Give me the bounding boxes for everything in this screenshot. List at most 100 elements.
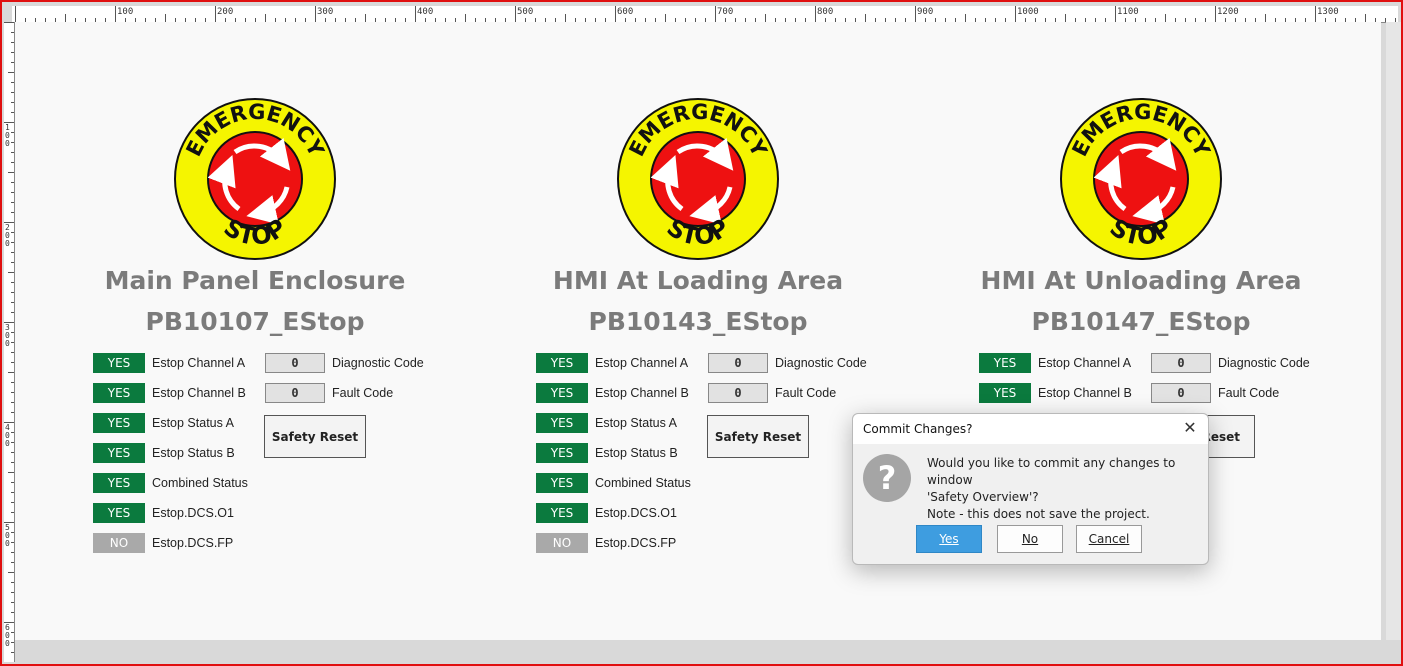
ruler-label: 700 [717,7,734,17]
emergency-stop-icon: EMERGENCY STOP [1059,97,1223,261]
ruler-tick [11,452,14,453]
status-badge: YES [979,383,1031,403]
emergency-stop-icon: EMERGENCY STOP [173,97,337,261]
commit-changes-dialog: Commit Changes? ✕ ? Would you like to co… [852,413,1209,565]
ruler-tick [765,14,766,22]
status-label: Estop.DCS.O1 [152,506,234,520]
status-badge: YES [536,473,588,493]
code-label: Fault Code [332,386,394,400]
status-row: YES Estop Status B [536,443,678,463]
ruler-tick [515,6,516,22]
status-row: YES Estop Channel B [536,383,689,403]
ruler-tick [11,392,14,393]
ruler-tick [365,14,366,22]
ruler-tick [11,612,14,613]
ruler-tick [565,14,566,22]
ruler-tick [11,52,14,53]
panel-tag: PB10107_EStop [145,307,365,336]
status-badge: YES [979,353,1031,373]
ruler-tick [11,242,14,243]
ruler-tick [11,92,14,93]
ruler-label: 200 [5,223,10,248]
yes-button[interactable]: Yes [916,525,982,553]
ruler-tick [915,6,916,22]
status-label: Estop Status A [152,416,234,430]
ruler-tick [8,472,14,473]
status-row: YES Combined Status [536,473,691,493]
ruler-tick [11,112,14,113]
ruler-label: 500 [5,523,10,548]
ruler-tick [11,202,14,203]
ruler-tick [11,252,14,253]
ruler-label: 1000 [1017,7,1039,17]
status-label: Estop Channel A [152,356,246,370]
ruler-tick [215,6,216,22]
ruler-tick [465,14,466,22]
ruler-tick [865,14,866,22]
ruler-tick [11,282,14,283]
ruler-tick [11,552,14,553]
ruler-tick [1015,6,1016,22]
ruler-tick [11,482,14,483]
close-icon[interactable]: ✕ [1180,418,1200,437]
ruler-tick [11,212,14,213]
ruler-tick [8,172,14,173]
code-row: 0 Diagnostic Code [265,353,424,373]
ruler-label: 1200 [1217,7,1239,17]
no-button[interactable]: No [997,525,1063,553]
ruler-tick [11,562,14,563]
status-label: Estop Channel A [1038,356,1132,370]
ruler-tick [1315,6,1316,22]
status-badge: YES [93,413,145,433]
status-row: YES Estop Channel A [536,353,688,373]
ruler-tick [11,352,14,353]
status-row: YES Estop Status A [93,413,234,433]
status-badge: NO [93,533,145,553]
ruler-tick [1115,6,1116,22]
ruler-label: 200 [217,7,234,17]
status-badge: YES [93,443,145,463]
ruler-tick [1265,14,1266,22]
status-badge: YES [536,383,588,403]
status-badge: YES [93,353,145,373]
ruler-tick [715,6,716,22]
ruler-label: 300 [317,7,334,17]
ruler-tick [11,432,14,433]
status-row: YES Estop Status B [93,443,235,463]
panel-hmi-loading-area: EMERGENCY STOP HMI At Loading Area PB1014… [458,22,898,640]
cancel-button[interactable]: Cancel [1076,525,1142,553]
ruler-tick [15,6,16,22]
dialog-message-line: Would you like to commit any changes to … [927,456,1176,487]
ruler-label: 400 [417,7,434,17]
dialog-message-line: Note - this does not save the project. [927,507,1150,521]
ruler-label: 600 [617,7,634,17]
code-value-field: 0 [1151,383,1211,403]
ruler-tick [8,372,14,373]
vertical-scrollbar[interactable] [1386,22,1401,640]
ruler-tick [115,6,116,22]
ruler-tick [11,312,14,313]
dialog-message-line: 'Safety Overview'? [927,490,1039,504]
ruler-tick [11,632,14,633]
safety-reset-button[interactable]: Safety Reset [264,415,366,458]
panel-title: HMI At Loading Area [552,266,844,295]
ruler-tick [8,72,14,73]
code-label: Fault Code [775,386,837,400]
horizontal-ruler: 100 200 300 400 500 600 700 800 900 1000 1100 1200 1… [12,6,1398,23]
code-label: Diagnostic Code [775,356,867,370]
safety-reset-button[interactable]: Safety Reset [707,415,809,458]
ruler-tick [11,102,14,103]
ruler-tick [1215,6,1216,22]
code-value-field: 0 [708,353,768,373]
status-label: Estop Channel B [595,386,689,400]
code-row: 0 Fault Code [708,383,836,403]
ruler-tick [11,382,14,383]
code-row: 0 Diagnostic Code [1151,353,1310,373]
status-row: YES Combined Status [93,473,248,493]
status-row: YES Estop.DCS.O1 [536,503,677,523]
status-label: Estop Status A [595,416,677,430]
ruler-tick [11,412,14,413]
status-label: Combined Status [152,476,248,490]
ruler-tick [11,302,14,303]
panel-title: Main Panel Enclosure [104,266,406,295]
